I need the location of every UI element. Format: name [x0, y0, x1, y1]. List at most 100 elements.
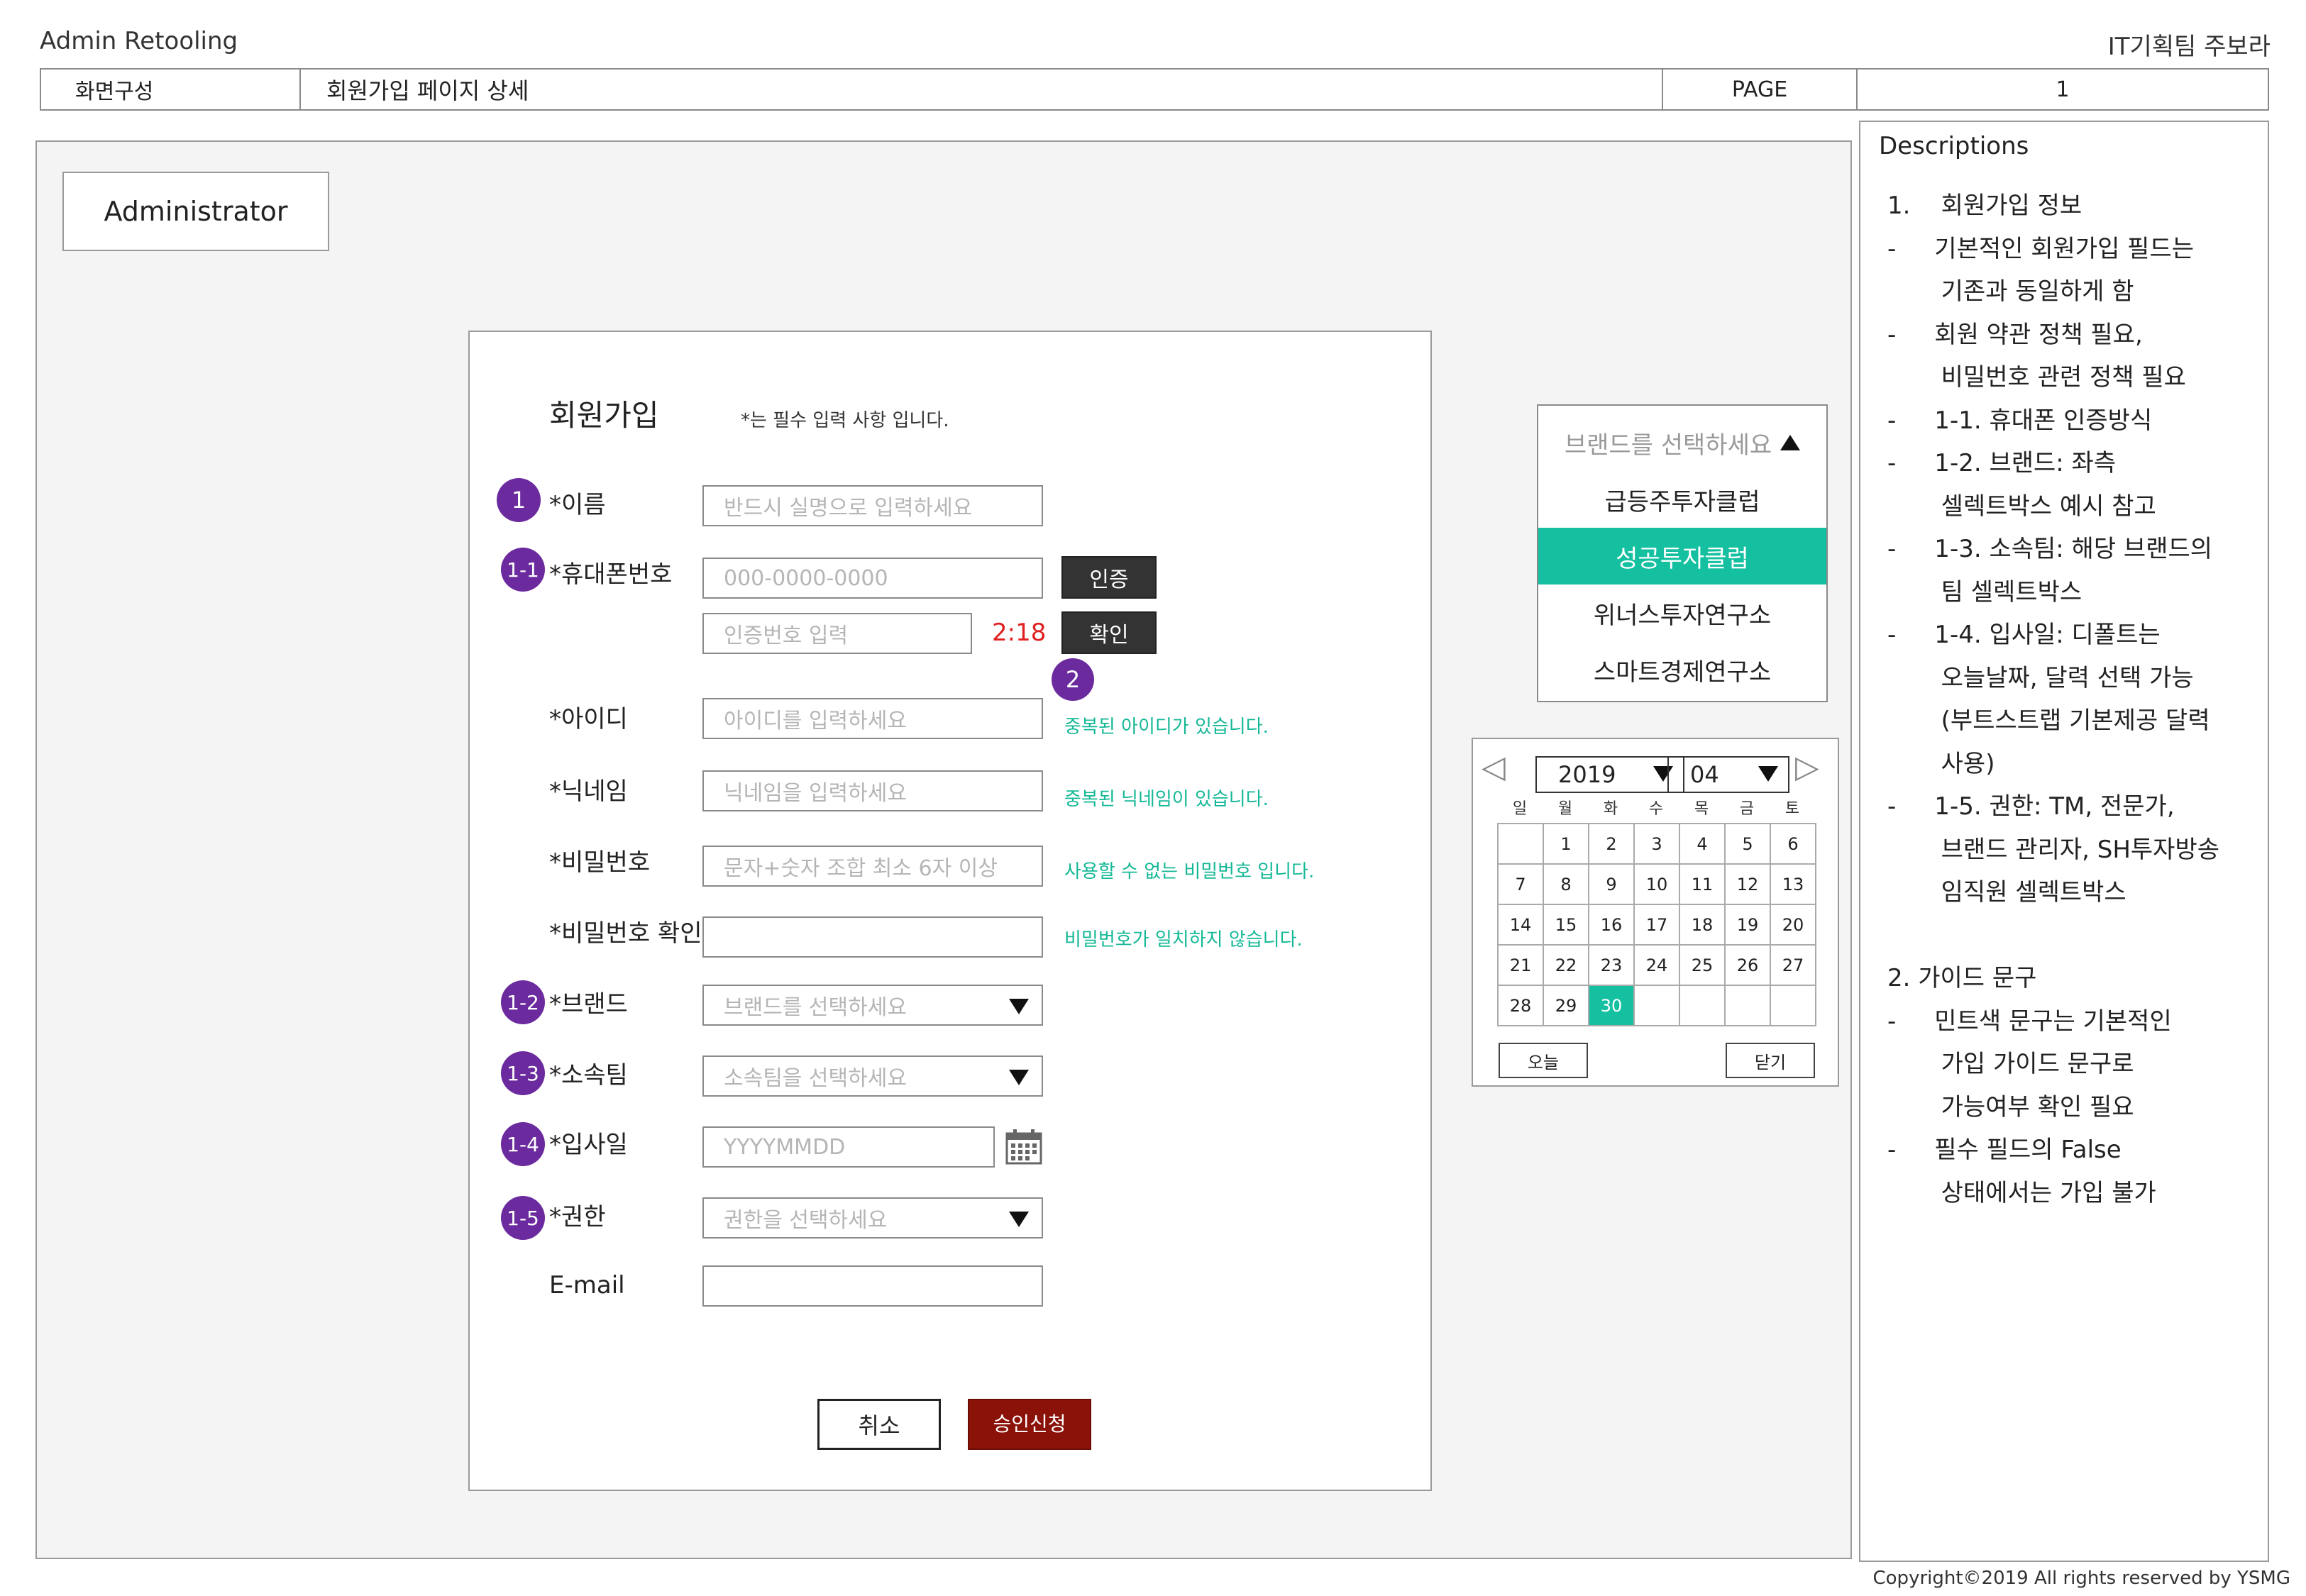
calendar-day[interactable]: 27 — [1771, 946, 1816, 986]
descriptions-title: Descriptions — [1879, 132, 2029, 160]
required-note: *는 필수 입력 사항 입니다. — [741, 410, 949, 431]
calendar-day[interactable]: 19 — [1726, 905, 1771, 946]
name-input[interactable]: 반드시 실명으로 입력하세요 — [702, 485, 1043, 526]
calendar-day[interactable]: 11 — [1680, 865, 1726, 905]
author-label: IT기획팀 주보라 — [2107, 33, 2271, 61]
description-line: - 기본적인 회원가입 필드는 — [1887, 234, 2195, 263]
screen-label: 화면구성 — [41, 70, 301, 109]
brand-select-value: 브랜드를 선택하세요 — [724, 995, 907, 1020]
calendar-day[interactable]: 12 — [1726, 865, 1771, 905]
today-button[interactable]: 오늘 — [1499, 1043, 1588, 1078]
calendar-day[interactable]: 4 — [1680, 824, 1726, 865]
email-input[interactable] — [702, 1265, 1043, 1307]
description-line: 상태에서는 가입 불가 — [1887, 1178, 2156, 1207]
calendar-day[interactable]: 7 — [1499, 865, 1544, 905]
calendar-day[interactable]: 28 — [1499, 986, 1544, 1026]
page-label: PAGE — [1663, 70, 1858, 109]
step-badge-1-3: 1-3 — [501, 1051, 545, 1095]
calendar-icon[interactable] — [1005, 1128, 1043, 1166]
password-input[interactable]: 문자+숫자 조합 최소 6자 이상 — [702, 846, 1043, 887]
month-value: 04 — [1690, 761, 1719, 788]
next-month-icon[interactable]: ▷ — [1795, 749, 1819, 785]
app-title: Admin Retooling — [40, 27, 238, 55]
submit-approval-button[interactable]: 승인신청 — [968, 1399, 1091, 1450]
team-select[interactable]: 소속팀을 선택하세요 — [702, 1055, 1043, 1097]
description-line: - 필수 필드의 False — [1887, 1136, 2122, 1164]
calendar-day[interactable]: 18 — [1680, 905, 1726, 946]
calendar-day[interactable]: 9 — [1589, 865, 1635, 905]
role-select[interactable]: 권한을 선택하세요 — [702, 1197, 1043, 1238]
email-label: E-mail — [549, 1271, 625, 1299]
description-line: 임직원 셀렉트박스 — [1887, 878, 2126, 907]
description-line: 가입 가이드 문구로 — [1887, 1050, 2134, 1078]
step-badge-2: 2 — [1052, 658, 1094, 701]
phone-input[interactable]: 000-0000-0000 — [702, 558, 1043, 599]
close-button[interactable]: 닫기 — [1726, 1043, 1815, 1078]
calendar-day[interactable]: 3 — [1635, 824, 1680, 865]
weekday-label: 화 — [1603, 800, 1618, 818]
description-line: - 1-3. 소속팀: 해당 브랜드의 — [1887, 535, 2213, 563]
description-line: - 민트색 문구는 기본적인 — [1887, 1007, 2172, 1036]
auth-code-input[interactable]: 인증번호 입력 — [702, 613, 972, 654]
calendar-day[interactable]: 8 — [1544, 865, 1589, 905]
calendar-day[interactable]: 20 — [1771, 905, 1816, 946]
weekday-label: 일 — [1512, 800, 1528, 818]
calendar-day[interactable]: 24 — [1635, 946, 1680, 986]
nickname-input[interactable]: 닉네임을 입력하세요 — [702, 770, 1043, 811]
password-confirm-input[interactable] — [702, 916, 1043, 958]
description-line: 셀렉트박스 예시 참고 — [1887, 492, 2156, 521]
description-line: - 1-5. 권한: TM, 전문가, — [1887, 792, 2175, 821]
description-line: - 1-4. 입사일: 디폴트는 — [1887, 621, 2161, 649]
calendar-day[interactable]: 2 — [1589, 824, 1635, 865]
calendar-day[interactable]: 16 — [1589, 905, 1635, 946]
chevron-down-icon — [1758, 766, 1778, 782]
auth-button[interactable]: 인증 — [1061, 556, 1157, 599]
calendar-day[interactable]: 5 — [1726, 824, 1771, 865]
description-line: (부트스트랩 기본제공 달력 — [1887, 706, 2210, 735]
description-line: 비밀번호 관련 정책 필요 — [1887, 363, 2186, 392]
calendar-empty-cell — [1680, 986, 1726, 1026]
calendar-day[interactable]: 21 — [1499, 946, 1544, 986]
prev-month-icon[interactable]: ◁ — [1482, 749, 1506, 785]
brand-option[interactable]: 급등주투자클럽 — [1538, 471, 1826, 528]
calendar-day[interactable]: 15 — [1544, 905, 1589, 946]
chevron-down-icon — [1009, 1070, 1029, 1085]
confirm-button[interactable]: 확인 — [1061, 611, 1157, 654]
step-badge-1-4: 1-4 — [501, 1122, 545, 1166]
brand-dropdown-example[interactable]: 브랜드를 선택하세요 급등주투자클럽 성공투자클럽 위너스투자연구소 스마트경제… — [1537, 404, 1828, 702]
calendar-day[interactable]: 25 — [1680, 946, 1726, 986]
calendar-day[interactable]: 1 — [1544, 824, 1589, 865]
password-confirm-label: *비밀번호 확인 — [549, 919, 702, 948]
step-badge-1-1: 1-1 — [501, 548, 545, 592]
step-badge-1: 1 — [497, 478, 541, 522]
step-badge-1-5: 1-5 — [501, 1196, 545, 1240]
calendar-day[interactable]: 22 — [1544, 946, 1589, 986]
cancel-button[interactable]: 취소 — [817, 1399, 941, 1450]
brand-option[interactable]: 스마트경제연구소 — [1538, 641, 1826, 698]
join-date-input[interactable]: YYYYMMDD — [702, 1126, 995, 1168]
brand-dropdown-header[interactable]: 브랜드를 선택하세요 — [1538, 414, 1826, 471]
calendar-day[interactable]: 10 — [1635, 865, 1680, 905]
user-id-input[interactable]: 아이디를 입력하세요 — [702, 698, 1043, 739]
calendar-day[interactable]: 14 — [1499, 905, 1544, 946]
calendar-day[interactable]: 6 — [1771, 824, 1816, 865]
brand-option-selected[interactable]: 성공투자클럽 — [1538, 528, 1826, 584]
calendar-empty-cell — [1771, 986, 1816, 1026]
description-line: - 1-2. 브랜드: 좌측 — [1887, 449, 2117, 477]
brand-select[interactable]: 브랜드를 선택하세요 — [702, 985, 1043, 1026]
weekday-label: 수 — [1648, 800, 1664, 818]
calendar-day[interactable]: 23 — [1589, 946, 1635, 986]
calendar-day[interactable]: 30 — [1589, 986, 1635, 1026]
calendar-day[interactable]: 26 — [1726, 946, 1771, 986]
description-line: 가능여부 확인 필요 — [1887, 1092, 2134, 1121]
calendar-day[interactable]: 17 — [1635, 905, 1680, 946]
month-select[interactable]: 04 — [1667, 756, 1789, 793]
password-label: *비밀번호 — [549, 848, 651, 877]
brand-option[interactable]: 위너스투자연구소 — [1538, 584, 1826, 641]
chevron-down-icon — [1009, 999, 1029, 1014]
calendar-day[interactable]: 13 — [1771, 865, 1816, 905]
year-select[interactable]: 2019 — [1535, 756, 1684, 793]
form-title: 회원가입 — [549, 398, 659, 433]
calendar-day[interactable]: 29 — [1544, 986, 1589, 1026]
weekday-label: 목 — [1694, 800, 1709, 818]
